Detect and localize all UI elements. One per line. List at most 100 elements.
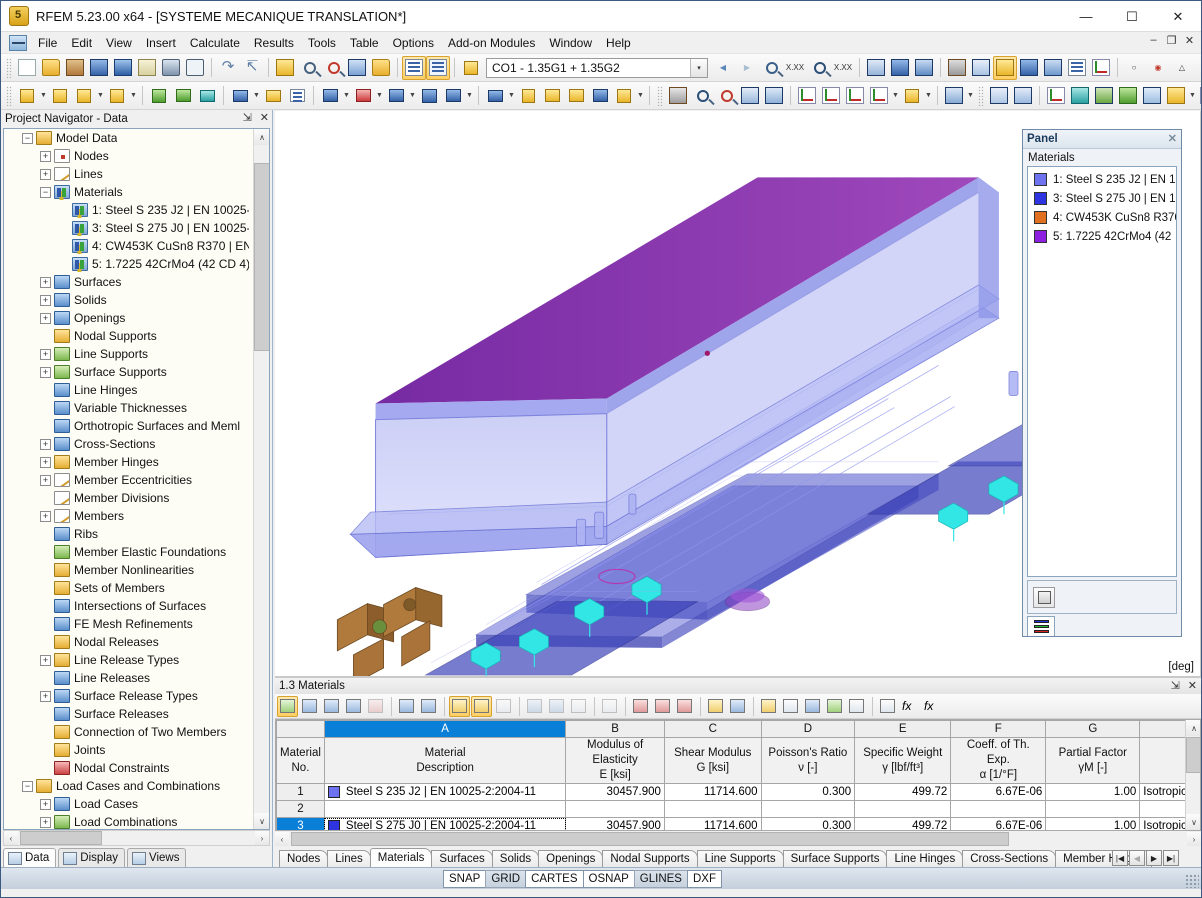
view-box-button[interactable] (738, 84, 762, 108)
table-edit-mode-button[interactable] (277, 695, 298, 717)
axis-system-button[interactable] (1197, 84, 1201, 108)
tree-item[interactable]: 5: 1.7225 42CrMo4 (42 CD 4) (4, 255, 253, 273)
cell-partial-factor[interactable]: 1.00 (1045, 783, 1141, 801)
table-first-button[interactable]: |◀ (1112, 850, 1128, 866)
cell-modulus-elasticity[interactable]: 30457.900 (565, 817, 665, 830)
table-stripes-button[interactable] (727, 696, 748, 717)
navigator-close-icon[interactable]: ✕ (260, 111, 269, 124)
tree-item[interactable]: Member Nonlinearities (4, 561, 253, 579)
tree-item[interactable]: Nodal Supports (4, 327, 253, 345)
table-move-right-button[interactable] (418, 696, 439, 717)
table-insert-row-button[interactable] (299, 696, 320, 717)
maximize-button[interactable]: ☐ (1109, 1, 1155, 32)
open-model-button[interactable] (63, 56, 87, 80)
chevron-down-icon[interactable]: ▼ (375, 84, 384, 108)
tree-item[interactable]: + Surface Supports (4, 363, 253, 381)
panel-material-list[interactable]: 1: Steel S 235 J2 | EN 10 3: Steel S 275 … (1027, 166, 1177, 577)
tree-expand-icon[interactable]: + (40, 474, 51, 486)
tree-item[interactable]: 4: CW453K CuSn8 R370 | EN (4, 237, 253, 255)
open-file-button[interactable] (39, 56, 63, 80)
table-settings-button[interactable] (546, 696, 567, 717)
navigator-tab-data[interactable]: Data (3, 848, 57, 867)
column-letter-header[interactable] (276, 720, 325, 738)
materials-table[interactable]: A B C D E F G Material No. Material Description Mod… (276, 720, 1200, 830)
tree-item[interactable]: Member Divisions (4, 489, 253, 507)
table-row[interactable]: 3 Steel S 275 J0 | EN 10025-2:2004-11 3045… (276, 817, 1200, 830)
view-negative-x-button[interactable] (867, 84, 891, 108)
status-toggle-snap[interactable]: SNAP (443, 869, 487, 888)
table-prev-button[interactable]: ◀ (1129, 850, 1145, 866)
grid-vertical-scrollbar[interactable]: ∧ ∨ (1185, 720, 1200, 830)
model-display-2-button[interactable] (1017, 56, 1041, 80)
table-export-excel-button[interactable] (824, 696, 845, 717)
new-line-button[interactable] (48, 84, 72, 108)
row-number-header[interactable]: 3 (276, 817, 325, 830)
toolbar-grip-icon[interactable] (6, 57, 12, 78)
grid-scroll-left-icon[interactable]: ‹ (275, 832, 289, 846)
cell-specific-weight[interactable]: 499.72 (854, 783, 952, 801)
panel-copy-button[interactable] (1033, 586, 1055, 608)
grid-scroll-up-icon[interactable]: ∧ (1186, 720, 1200, 736)
chevron-down-icon[interactable]: ▼ (1188, 84, 1197, 108)
grid-scroll-track[interactable] (289, 832, 1187, 846)
new-solid-contact-button[interactable] (441, 84, 465, 108)
view-in-z-button[interactable] (843, 84, 867, 108)
panel-list-item[interactable]: 4: CW453K CuSn8 R370 (1028, 208, 1176, 227)
chevron-down-icon[interactable]: ▼ (465, 84, 474, 108)
mesh-refine-button[interactable] (1116, 84, 1140, 108)
tree-item[interactable]: + Member Hinges (4, 453, 253, 471)
column-letter-header[interactable]: G (1045, 720, 1141, 738)
table-clear-button[interactable] (599, 696, 620, 717)
menu-addon-modules[interactable]: Add-on Modules (441, 33, 542, 53)
mdi-minimize-button[interactable]: – (1146, 34, 1161, 47)
tree-item[interactable]: Joints (4, 741, 253, 759)
toolbar-grip-icon[interactable] (6, 85, 12, 106)
tree-expand-icon[interactable]: + (40, 276, 51, 288)
tree-expand-icon[interactable]: + (40, 816, 51, 828)
view-in-y-button[interactable] (819, 84, 843, 108)
grid-scroll-down-icon[interactable]: ∨ (1186, 814, 1200, 830)
scroll-down-icon[interactable]: ∨ (254, 813, 269, 829)
scroll-thumb[interactable] (254, 163, 269, 351)
measure-button[interactable]: ○ (1122, 56, 1146, 80)
status-toggle-osnap[interactable]: OSNAP (582, 869, 635, 888)
glasses-view-button[interactable] (864, 56, 888, 80)
status-toggle-cartes[interactable]: CARTES (525, 869, 584, 888)
table-view-button[interactable] (802, 696, 823, 717)
column-letter-header[interactable]: A (323, 720, 567, 738)
navigator-tab-display[interactable]: Display (58, 848, 126, 867)
new-surface-support-button[interactable] (195, 84, 219, 108)
row-number-header[interactable]: 1 (276, 783, 325, 801)
new-surface-button[interactable] (318, 84, 342, 108)
zoom-out-button[interactable] (714, 84, 738, 108)
tree-expand-icon[interactable]: + (40, 294, 51, 306)
table-tab-line-supports[interactable]: Line Supports (696, 850, 784, 867)
tree-expand-icon[interactable]: + (40, 312, 51, 324)
scroll-right-icon[interactable]: › (255, 831, 269, 845)
panel-list-item[interactable]: 5: 1.7225 42CrMo4 (42 (1028, 227, 1176, 246)
cell-thermal-expansion[interactable] (950, 800, 1047, 818)
tree-item[interactable]: + Load Cases (4, 795, 253, 813)
model-viewport[interactable]: [deg] Panel ✕ Materials 1: Steel S 235 J… (275, 111, 1201, 677)
toolbar-grip-icon[interactable] (657, 85, 663, 106)
navigator-vertical-scrollbar[interactable]: ∧ ∨ (253, 129, 269, 829)
cell-partial-factor[interactable]: 1.00 (1045, 817, 1141, 830)
result-axes-button[interactable] (1044, 84, 1068, 108)
tree-item[interactable]: Ribs (4, 525, 253, 543)
table-refresh-button[interactable] (493, 696, 514, 717)
tree-item[interactable]: + Member Eccentricities (4, 471, 253, 489)
previous-load-case-button[interactable]: ◀ (711, 56, 735, 80)
menu-tools[interactable]: Tools (301, 33, 343, 53)
tree-item[interactable]: Line Releases (4, 669, 253, 687)
menu-insert[interactable]: Insert (139, 33, 183, 53)
toolbar-grip-icon[interactable] (978, 85, 984, 106)
table-last-button[interactable]: ▶| (1163, 850, 1179, 866)
cell-specific-weight[interactable]: 499.72 (854, 817, 952, 830)
chevron-down-icon[interactable]: ▼ (252, 84, 261, 108)
legend-button[interactable] (1164, 84, 1188, 108)
tree-item[interactable]: Connection of Two Members (4, 723, 253, 741)
show-tables-button[interactable] (426, 55, 450, 80)
column-letter-header[interactable]: E (854, 720, 952, 738)
undo-button[interactable]: ↷ (216, 56, 240, 80)
scroll-thumb[interactable] (20, 831, 102, 845)
